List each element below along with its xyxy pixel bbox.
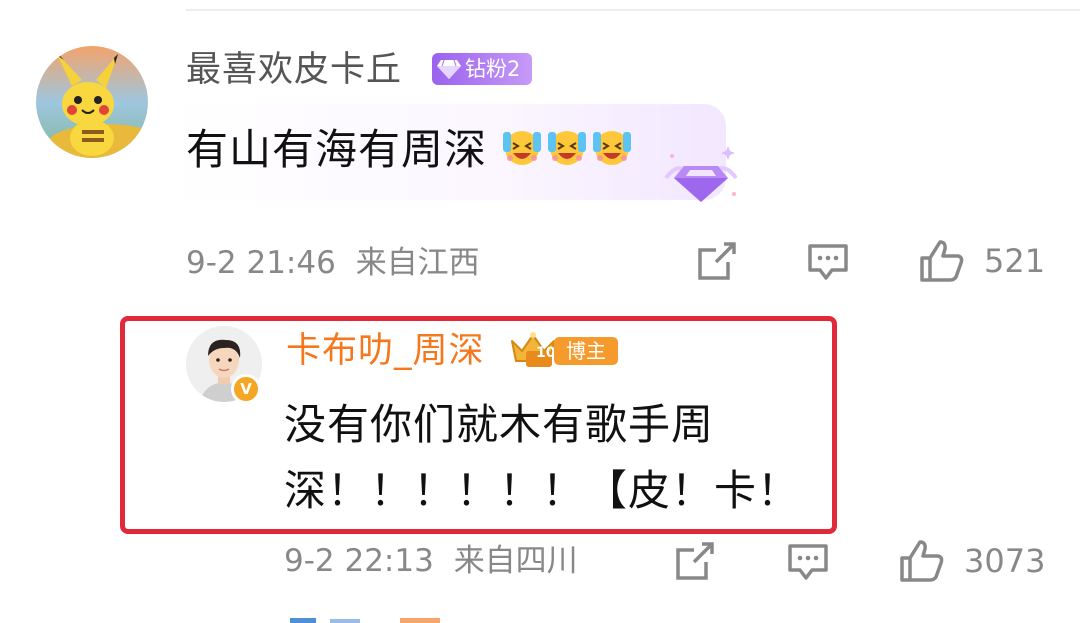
verified-icon: V <box>231 374 261 404</box>
laughing-tears-emoji <box>593 131 631 165</box>
reply-comment-button[interactable] <box>786 540 830 584</box>
reply-username[interactable]: 卡布叻_周深 <box>286 329 485 373</box>
comment-location: 来自江西 <box>355 245 480 281</box>
fan-badge-label: 钻粉2 <box>465 57 521 81</box>
comment-icon <box>808 244 848 280</box>
laughing-tears-emoji <box>503 131 541 165</box>
reply-text: 没有你们就木有歌手周深！！！！！！【皮！卡！ <box>284 400 801 515</box>
like-count: 521 <box>984 242 1046 280</box>
reply-comment-button[interactable] <box>806 240 850 284</box>
diamond-icon <box>437 59 461 79</box>
comment-time: 9-2 21:46 <box>186 245 336 281</box>
reply-share-button[interactable] <box>672 540 716 584</box>
reply-location: 来自四川 <box>453 543 578 579</box>
laughing-tears-emoji <box>548 131 586 165</box>
next-comment-peek <box>290 618 440 623</box>
share-button[interactable] <box>694 240 738 284</box>
comment-meta: 9-2 21:46 来自江西 <box>186 244 480 282</box>
emoji-row <box>502 124 632 168</box>
reply-like-button[interactable]: 3073 <box>898 538 1045 584</box>
like-button[interactable]: 521 <box>918 238 1045 284</box>
top-divider <box>186 9 1080 11</box>
reply-like-count: 3073 <box>964 542 1046 580</box>
like-icon <box>900 540 944 582</box>
share-icon <box>698 242 736 280</box>
diamond-icon <box>664 146 738 202</box>
role-tag: 博主 <box>554 337 618 365</box>
commenter-username[interactable]: 最喜欢皮卡丘 <box>186 48 402 92</box>
comment-text: 有山有海有周深 <box>186 125 488 174</box>
reply-meta: 9-2 22:13 来自四川 <box>284 542 578 580</box>
creator-rank-badge[interactable]: 10 博主 <box>508 331 620 369</box>
fan-level-badge[interactable]: 钻粉2 <box>432 53 532 85</box>
reply-time: 9-2 22:13 <box>284 543 434 579</box>
share-icon <box>676 542 714 580</box>
creator-level: 10 <box>536 345 556 361</box>
commenter-avatar[interactable] <box>36 46 148 158</box>
comment-icon <box>788 544 828 580</box>
like-icon <box>920 240 964 282</box>
